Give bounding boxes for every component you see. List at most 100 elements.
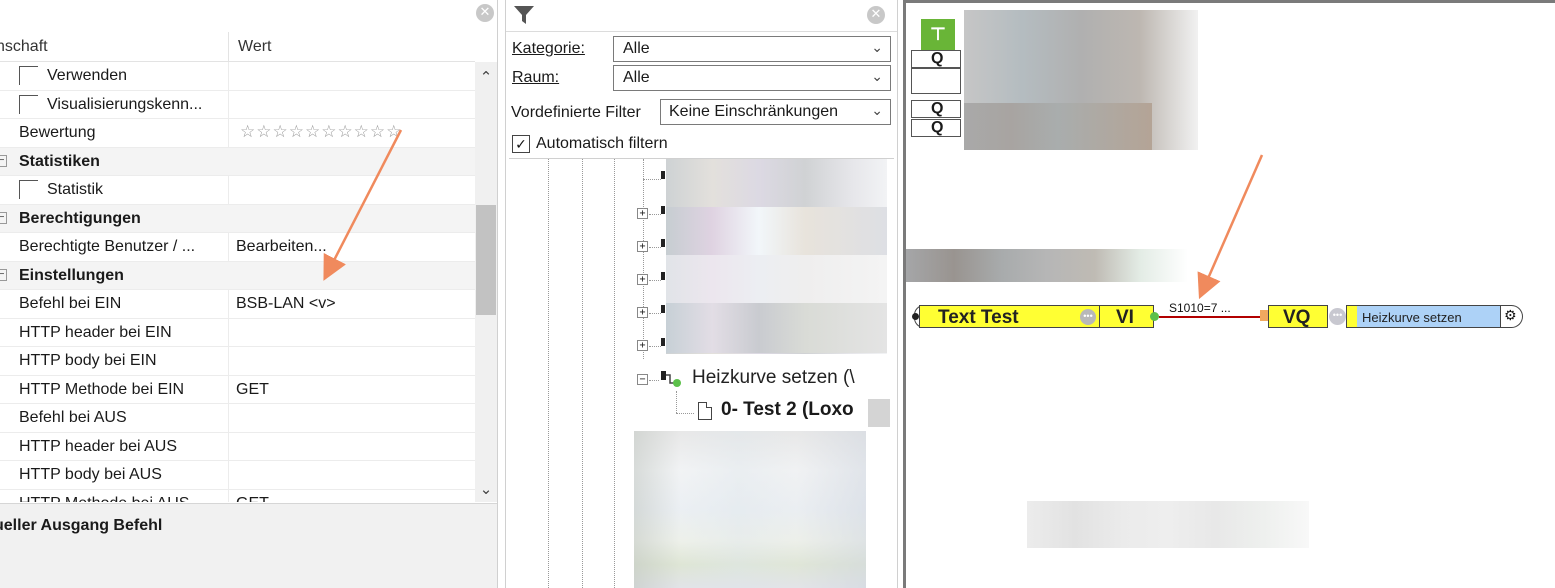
properties-panel: ✕ nschaft Wert Verwenden Visualisierungsk…	[0, 0, 500, 588]
property-name: Bewertung	[19, 124, 96, 141]
property-value[interactable]: GET	[236, 381, 269, 399]
tree-guide-line	[649, 247, 661, 248]
property-row[interactable]: HTTP Methode bei AUS GET	[0, 489, 475, 503]
output-q[interactable]: Q	[911, 119, 961, 137]
block-vi-label: VI	[1116, 307, 1134, 328]
pin-icon[interactable]: ⊤	[921, 19, 955, 50]
property-row[interactable]: HTTP header bei AUS	[0, 432, 475, 461]
kategorie-select[interactable]: Alle ⌄	[613, 36, 891, 62]
panel-divider[interactable]	[497, 0, 498, 588]
properties-scrollbar[interactable]: ⌃ ⌄	[475, 62, 497, 502]
property-row[interactable]: Berechtigte Benutzer / ... Bearbeiten...	[0, 233, 475, 262]
close-icon[interactable]: ✕	[867, 6, 885, 24]
auto-filter-checkbox[interactable]: ✓	[512, 135, 530, 153]
tree-node-icon	[661, 272, 665, 280]
collapse-icon[interactable]: −	[637, 374, 648, 385]
expand-icon[interactable]: +	[637, 241, 648, 252]
auto-filter-label[interactable]: Automatisch filtern	[536, 135, 668, 153]
property-checkbox[interactable]	[19, 66, 38, 85]
property-checkbox[interactable]	[19, 180, 38, 199]
block-text-test[interactable]: Text Test •••	[919, 305, 1101, 328]
close-icon[interactable]: ✕	[476, 4, 494, 22]
output-q[interactable]: Q	[911, 50, 961, 68]
logic-canvas[interactable]: ⊤ Q Q Q Text Test ••• VI S1010=7 ... VQ …	[903, 0, 1555, 588]
property-description-panel: ueller Ausgang Befehl	[0, 503, 497, 588]
output-port-icon[interactable]	[1150, 312, 1159, 321]
collapse-icon[interactable]: −	[0, 154, 7, 167]
expand-icon[interactable]: +	[637, 307, 648, 318]
rating-stars[interactable]: ☆☆☆☆☆☆☆☆☆☆	[240, 122, 450, 142]
property-row[interactable]: HTTP Methode bei EIN GET	[0, 375, 475, 404]
property-row[interactable]: Verwenden	[0, 62, 475, 91]
vordefinierte-filter-select[interactable]: Keine Einschränkungen ⌄	[660, 99, 891, 125]
collapse-icon[interactable]: −	[0, 211, 7, 224]
kategorie-value: Alle	[623, 40, 650, 57]
gear-icon[interactable]: ⚙	[1504, 308, 1517, 324]
logic-canvas-area[interactable]: ⊤ Q Q Q Text Test ••• VI S1010=7 ... VQ …	[906, 3, 1555, 588]
block-heizkurve-accent	[1347, 306, 1357, 327]
property-name: Einstellungen	[19, 266, 124, 284]
column-header-value[interactable]: Wert	[238, 38, 271, 56]
output-q[interactable]: Q	[911, 100, 961, 118]
property-row[interactable]: HTTP header bei EIN	[0, 318, 475, 347]
more-icon[interactable]: •••	[1080, 309, 1096, 325]
tree-node-heizkurve[interactable]: Heizkurve setzen (\	[692, 367, 855, 389]
block-vi[interactable]: VI	[1099, 305, 1154, 328]
tree-node-icon	[661, 239, 665, 247]
block-text-test-label: Text Test	[938, 307, 1019, 328]
collapse-icon[interactable]: −	[0, 268, 7, 281]
property-row[interactable]: Statistik	[0, 176, 475, 205]
properties-header: nschaft Wert	[0, 32, 475, 62]
scroll-up-icon[interactable]: ⌃	[475, 68, 497, 86]
block-vq[interactable]: VQ	[1268, 305, 1328, 328]
scroll-thumb[interactable]	[476, 205, 496, 315]
tree-guide-line	[649, 380, 659, 381]
column-divider	[228, 90, 229, 118]
block-heizkurve[interactable]: Heizkurve setzen	[1346, 305, 1501, 328]
property-value[interactable]: Bearbeiten...	[236, 238, 327, 256]
property-name: Befehl bei AUS	[19, 409, 127, 426]
column-divider	[228, 347, 229, 375]
object-tree[interactable]: + + + + + − Heizkurve setzen (\ 0- Test …	[506, 159, 897, 588]
property-group[interactable]: − Statistiken	[0, 147, 475, 176]
raum-value: Alle	[623, 69, 650, 86]
property-row[interactable]: Befehl bei EIN BSB-LAN <v>	[0, 290, 475, 319]
chevron-down-icon: ⌄	[871, 102, 883, 118]
tree-guide-line	[548, 159, 549, 588]
property-name: HTTP header bei EIN	[19, 323, 172, 341]
expand-icon[interactable]: +	[637, 274, 648, 285]
column-header-property[interactable]: nschaft	[0, 38, 48, 56]
property-row[interactable]: Bewertung ☆☆☆☆☆☆☆☆☆☆	[0, 119, 475, 148]
properties-topbar: ✕	[0, 0, 500, 30]
column-divider	[228, 119, 229, 147]
property-row[interactable]: Befehl bei AUS	[0, 404, 475, 433]
property-group[interactable]: − Einstellungen	[0, 261, 475, 290]
expand-icon[interactable]: +	[637, 340, 648, 351]
raum-select[interactable]: Alle ⌄	[613, 65, 891, 91]
column-divider	[228, 404, 229, 432]
expand-icon[interactable]: +	[637, 208, 648, 219]
column-divider	[228, 62, 229, 90]
column-divider	[228, 233, 229, 261]
tree-node-test2[interactable]: 0- Test 2 (Loxo	[721, 399, 854, 421]
column-divider	[228, 461, 229, 489]
more-icon[interactable]: •••	[1329, 308, 1346, 325]
property-row[interactable]: HTTP body bei EIN	[0, 347, 475, 376]
property-value[interactable]: BSB-LAN <v>	[236, 295, 336, 313]
column-divider	[228, 375, 229, 403]
scroll-down-icon[interactable]: ⌄	[475, 480, 497, 498]
property-name: HTTP Methode bei EIN	[19, 380, 185, 398]
raum-label: Raum:	[512, 69, 559, 87]
property-row[interactable]: Visualisierungskenn...	[0, 90, 475, 119]
column-divider	[228, 489, 229, 502]
column-divider[interactable]	[228, 32, 229, 62]
property-group[interactable]: − Berechtigungen	[0, 204, 475, 233]
property-checkbox[interactable]	[19, 94, 38, 114]
property-row[interactable]: HTTP body bei AUS	[0, 461, 475, 490]
property-name: Visualisierungskenn...	[47, 95, 203, 113]
filter-icon[interactable]	[513, 5, 535, 25]
property-value[interactable]: GET	[236, 495, 269, 503]
output-row	[911, 68, 961, 94]
connection-wire[interactable]	[1159, 316, 1261, 318]
property-name: Statistik	[47, 181, 104, 198]
